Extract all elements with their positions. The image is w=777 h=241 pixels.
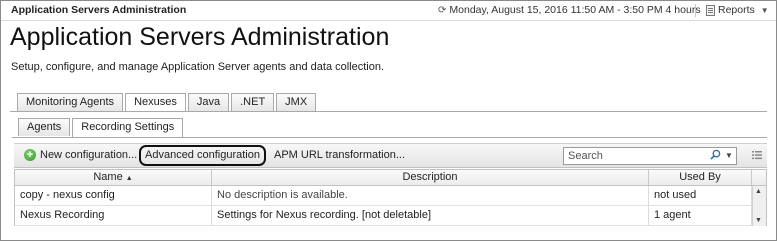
column-header-label: Name	[93, 171, 123, 183]
tab-agents[interactable]: Agents	[18, 118, 71, 136]
table-row[interactable]: copy - nexus config No description is av…	[15, 186, 766, 206]
new-configuration-label: New configuration...	[40, 149, 138, 161]
search-icon[interactable]	[710, 149, 721, 160]
breadcrumb: Application Servers Administration	[11, 4, 187, 16]
time-range-icon: ⟳	[438, 4, 447, 16]
reports-menu[interactable]: Reports ▼	[706, 4, 769, 16]
tab-dotnet[interactable]: .NET	[231, 93, 275, 111]
tab-nexuses[interactable]: Nexuses	[125, 93, 186, 112]
tab-recording-settings[interactable]: Recording Settings	[72, 118, 184, 138]
scroll-up-icon[interactable]: ▲	[755, 188, 762, 195]
tab-monitoring-agents[interactable]: Monitoring Agents	[17, 93, 124, 111]
scroll-down-icon[interactable]: ▼	[755, 217, 762, 224]
top-bar: Application Servers Administration ⟳ Mon…	[1, 1, 776, 21]
table-header: Name ▲ Description Used By	[15, 170, 766, 186]
vertical-scrollbar[interactable]: ▲ ▼	[752, 186, 766, 226]
page-title: Application Servers Administration	[10, 23, 390, 51]
cell-description: Settings for Nexus recording. [not delet…	[212, 206, 649, 225]
advanced-configuration-button[interactable]: Advanced configuration	[139, 145, 266, 166]
main-tabs: Monitoring Agents Nexuses Java .NET JMX	[17, 93, 317, 112]
column-header-used-by[interactable]: Used By	[649, 170, 752, 185]
sub-tabs: Agents Recording Settings	[18, 118, 184, 138]
tab-jmx[interactable]: JMX	[276, 93, 317, 111]
cell-name: Nexus Recording	[15, 206, 212, 225]
search-input[interactable]	[564, 148, 704, 164]
new-configuration-button[interactable]: + New configuration...	[24, 149, 137, 161]
table-row[interactable]: Nexus Recording Settings for Nexus recor…	[15, 206, 766, 226]
divider	[695, 4, 696, 17]
cell-used-by: not used	[649, 186, 752, 205]
chevron-down-icon[interactable]: ▼	[725, 151, 733, 160]
column-header-name[interactable]: Name ▲	[15, 170, 212, 185]
time-range-label: Monday, August 15, 2016 11:50 AM - 3:50 …	[449, 4, 701, 16]
cell-used-by: 1 agent	[649, 206, 752, 225]
chevron-down-icon: ▼	[760, 5, 769, 15]
report-icon	[706, 4, 715, 16]
tab-divider	[10, 111, 767, 112]
page-subtitle: Setup, configure, and manage Application…	[11, 61, 385, 73]
configurations-table: Name ▲ Description Used By copy - nexus c…	[14, 169, 767, 226]
apm-url-transformation-button[interactable]: APM URL transformation...	[274, 149, 405, 161]
cell-description: No description is available.	[212, 186, 649, 205]
toolbar: + New configuration... Advanced configur…	[14, 143, 767, 168]
search-box: ▼	[563, 147, 737, 165]
cell-name: copy - nexus config	[15, 186, 212, 205]
column-header-description[interactable]: Description	[212, 170, 649, 185]
reports-label: Reports	[718, 4, 755, 16]
tab-java[interactable]: Java	[187, 93, 230, 111]
column-options-icon[interactable]	[752, 150, 762, 160]
tab-divider	[12, 137, 767, 138]
sort-ascending-icon: ▲	[125, 175, 133, 182]
time-range-selector[interactable]: ⟳ Monday, August 15, 2016 11:50 AM - 3:5…	[438, 4, 715, 16]
add-icon: +	[24, 149, 36, 161]
